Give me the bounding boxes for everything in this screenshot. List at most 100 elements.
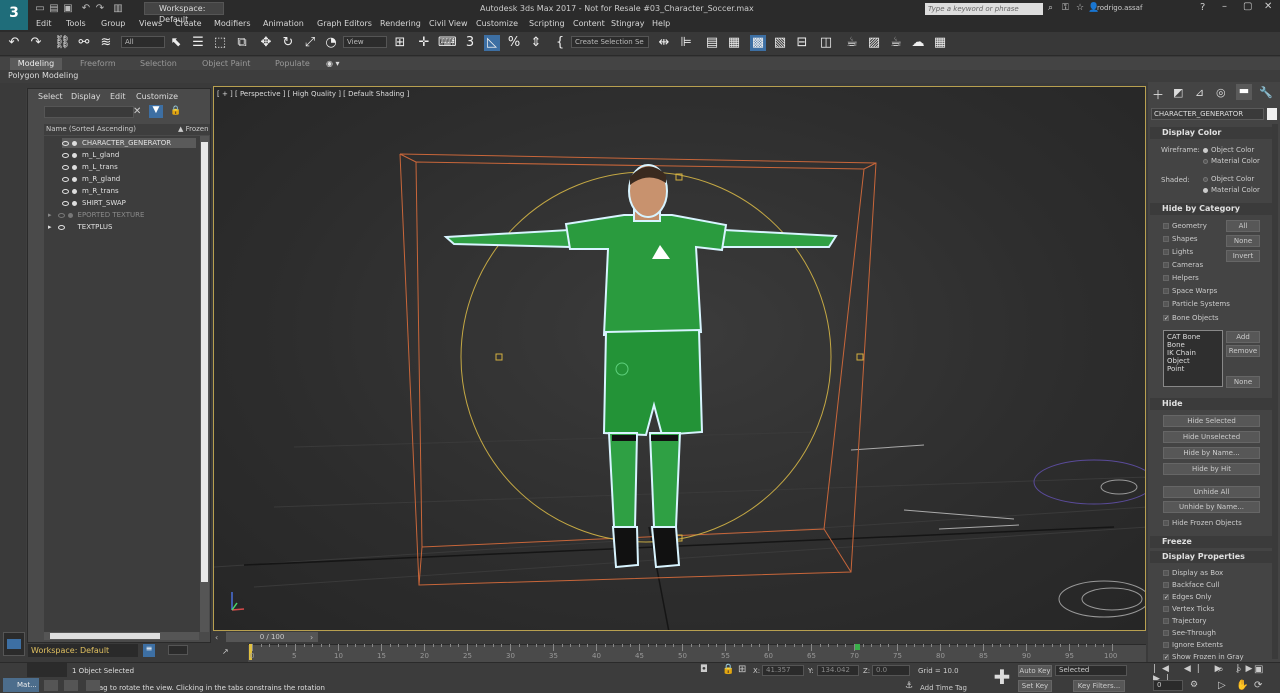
expand-arrow-icon[interactable]: ▸ xyxy=(48,211,52,219)
time-slider-track[interactable] xyxy=(213,632,1146,644)
eye-icon[interactable] xyxy=(62,140,69,146)
scene-explorer-icon[interactable]: ▤ xyxy=(704,35,720,51)
scale-icon[interactable]: ⤢ xyxy=(302,35,318,51)
eye-icon[interactable] xyxy=(57,224,65,230)
shaded-object-color-radio[interactable]: Object Color xyxy=(1203,175,1254,183)
render-dot-icon[interactable] xyxy=(72,200,77,206)
hide-selected-button[interactable]: Hide Selected xyxy=(1163,415,1260,427)
align-icon[interactable]: ⊫ xyxy=(678,35,694,51)
tree-row[interactable]: ▸ EPORTED TEXTURE xyxy=(48,210,144,221)
schematic-view-icon[interactable]: ⊟ xyxy=(794,35,810,51)
category-checkbox[interactable]: Space Warps xyxy=(1163,287,1217,295)
eye-icon[interactable] xyxy=(62,176,69,182)
set-key-button[interactable]: Set Key xyxy=(1018,680,1052,692)
select-object-icon[interactable]: ⬉ xyxy=(168,35,184,51)
ribbon-polygon-modeling[interactable]: Polygon Modeling xyxy=(8,71,78,80)
tree-row[interactable]: CHARACTER_GENERATOR xyxy=(62,138,171,149)
invert-button[interactable]: Invert xyxy=(1226,250,1260,262)
pivot-center-icon[interactable]: ⊞ xyxy=(392,35,408,51)
time-prev-icon[interactable]: ‹ xyxy=(215,633,218,642)
redo-icon[interactable]: ↷ xyxy=(28,35,44,51)
menu-group[interactable]: Group xyxy=(101,19,125,28)
tab-modeling[interactable]: Modeling xyxy=(10,58,62,70)
tree-row[interactable]: m_L_trans xyxy=(62,162,118,173)
help-icon[interactable]: ? xyxy=(1200,2,1205,13)
menu-help[interactable]: Help xyxy=(652,19,670,28)
time-config-icon[interactable]: ⚙ xyxy=(1190,680,1198,690)
reference-coordinate-select[interactable]: View xyxy=(343,36,387,48)
hide-by-name-button[interactable]: Hide by Name... xyxy=(1163,447,1260,459)
select-by-name-icon[interactable]: ☰ xyxy=(190,35,206,51)
layer-select[interactable] xyxy=(168,645,188,655)
none-list-button[interactable]: None xyxy=(1226,376,1260,388)
viewport-layout-tab[interactable] xyxy=(3,632,25,656)
tab-selection[interactable]: Selection xyxy=(140,58,177,70)
display-prop-checkbox[interactable]: ✓ Edges Only xyxy=(1163,593,1212,601)
remove-button[interactable]: Remove xyxy=(1226,345,1260,357)
rollout-freeze[interactable]: Freeze xyxy=(1150,536,1278,548)
material-editor-taskbar[interactable]: Mat... xyxy=(3,678,39,692)
selection-filter-select[interactable]: All xyxy=(121,36,165,48)
close-icon[interactable]: ✕ xyxy=(1264,1,1272,12)
display-prop-checkbox[interactable]: Display as Box xyxy=(1163,569,1223,577)
keyboard-shortcut-icon[interactable]: ⌨ xyxy=(438,35,457,51)
column-frozen[interactable]: ▲ Frozen xyxy=(178,124,209,135)
zoom-all-icon[interactable]: ⌕ xyxy=(1236,664,1242,675)
auto-key-button[interactable]: Auto Key xyxy=(1018,665,1052,677)
motion-tab-icon[interactable]: ◎ xyxy=(1216,86,1226,99)
isolate-selection-icon[interactable]: ◘ xyxy=(700,664,708,675)
list-item[interactable]: Bone xyxy=(1167,341,1219,349)
spinner-snap-icon[interactable]: ⇕ xyxy=(528,35,544,51)
menu-edit[interactable]: Edit xyxy=(36,19,52,28)
undo-icon[interactable]: ↶ xyxy=(80,3,92,15)
tree-row[interactable]: SHIRT_SWAP xyxy=(62,198,126,209)
time-tag-icon[interactable]: ⚓ xyxy=(905,681,913,691)
taskbar-window-icon[interactable] xyxy=(86,680,100,691)
star-icon[interactable]: ☆ xyxy=(1076,3,1084,13)
unlink-icon[interactable]: ⚯ xyxy=(76,35,92,51)
taskbar-window-icon[interactable] xyxy=(64,680,78,691)
edit-named-selection-icon[interactable]: { xyxy=(552,35,568,51)
render-setup-icon[interactable]: ☕ xyxy=(844,35,860,51)
time-slider[interactable]: 0 / 100 xyxy=(226,632,318,642)
all-button[interactable]: All xyxy=(1226,220,1260,232)
object-color-swatch[interactable] xyxy=(1267,108,1277,120)
ribbon-options-icon[interactable]: ◉ ▾ xyxy=(326,58,340,70)
rollout-display-color[interactable]: Display Color xyxy=(1150,127,1278,139)
category-checkbox[interactable]: Shapes xyxy=(1163,235,1198,243)
category-checkbox[interactable]: Helpers xyxy=(1163,274,1199,282)
menu-graph-editors[interactable]: Graph Editors xyxy=(317,19,372,28)
tree-row[interactable]: m_L_gland xyxy=(62,150,119,161)
eye-icon[interactable] xyxy=(62,152,69,158)
utilities-tab-icon[interactable]: 🔧 xyxy=(1259,86,1273,99)
rectangular-selection-icon[interactable]: ⬚ xyxy=(212,35,228,51)
hierarchy-tab-icon[interactable]: ⊿ xyxy=(1195,86,1204,99)
unhide-by-name-button[interactable]: Unhide by Name... xyxy=(1163,501,1260,513)
explorer-hscrollbar[interactable] xyxy=(44,632,199,640)
new-file-icon[interactable]: ▭ xyxy=(34,3,46,15)
tab-object-paint[interactable]: Object Paint xyxy=(202,58,250,70)
lock-icon[interactable]: 🔒 xyxy=(170,106,181,116)
eye-icon[interactable] xyxy=(62,188,69,194)
unhide-all-button[interactable]: Unhide All xyxy=(1163,486,1260,498)
viewport-label[interactable]: [ + ] [ Perspective ] [ High Quality ] [… xyxy=(217,90,409,98)
explorer-menu-display[interactable]: Display xyxy=(71,92,101,101)
percent-snap-icon[interactable]: % xyxy=(506,35,522,51)
user-name[interactable]: rodrigo.assaf xyxy=(1097,4,1142,12)
category-checkbox[interactable]: Particle Systems xyxy=(1163,300,1230,308)
rollout-hide-by-category[interactable]: Hide by Category xyxy=(1150,203,1278,215)
search-icon[interactable]: ⌕ xyxy=(1048,3,1053,13)
menu-modifiers[interactable]: Modifiers xyxy=(214,19,251,28)
tree-row[interactable]: m_R_trans xyxy=(62,186,119,197)
minimize-icon[interactable]: – xyxy=(1222,1,1227,12)
a360-gallery-icon[interactable]: ▦ xyxy=(932,35,948,51)
tab-freeform[interactable]: Freeform xyxy=(80,58,116,70)
menu-customize[interactable]: Customize xyxy=(476,19,518,28)
command-panel-scrollbar[interactable] xyxy=(1272,124,1278,659)
create-tab-icon[interactable]: ＋ xyxy=(1152,86,1164,103)
curve-editor-icon[interactable]: ▧ xyxy=(772,35,788,51)
render-dot-icon[interactable] xyxy=(72,176,77,182)
menu-tools[interactable]: Tools xyxy=(66,19,86,28)
render-dot-icon[interactable] xyxy=(72,188,77,194)
key-icon[interactable]: ⚿ xyxy=(1062,3,1069,13)
